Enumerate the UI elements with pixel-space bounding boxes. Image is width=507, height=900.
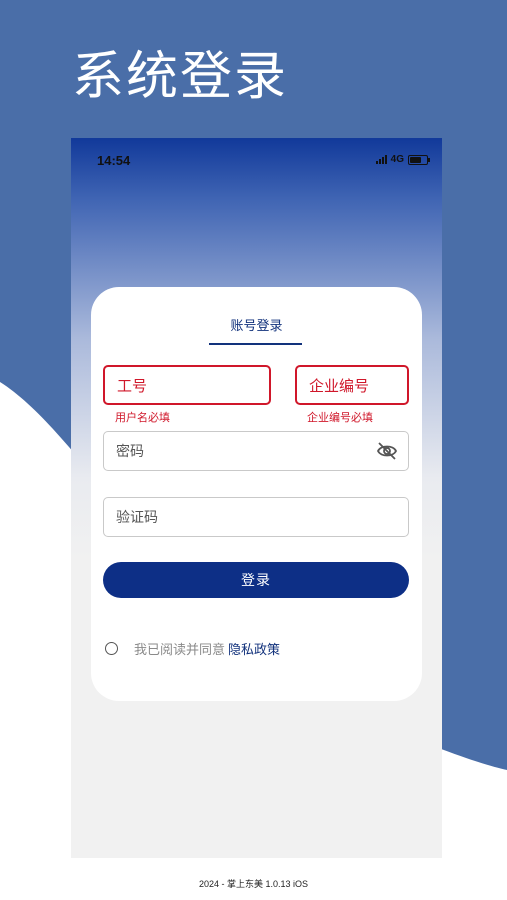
login-button[interactable]: 登录	[103, 562, 409, 598]
agreement-row: 我已阅读并同意 隐私政策	[105, 639, 280, 658]
login-card: 账号登录 工号 用户名必填 企业编号 企业编号必填 密码 验证码 登录 我已阅读…	[91, 287, 422, 701]
company-code-error: 企业编号必填	[307, 411, 373, 424]
status-icons: 4G	[375, 154, 430, 165]
battery-icon	[408, 154, 430, 165]
status-bar: 14:54 4G	[71, 138, 442, 184]
hide-password-icon[interactable]	[376, 441, 398, 465]
phone-screenshot: 14:54 4G 账号登录 工号 用户名必填 企业编号 企业编号必填 密码 验证…	[71, 138, 442, 858]
company-code-placeholder: 企业编号	[309, 376, 370, 395]
tab-underline	[209, 343, 302, 345]
privacy-policy-link[interactable]: 隐私政策	[228, 639, 280, 658]
employee-id-error: 用户名必填	[115, 411, 170, 424]
status-time: 14:54	[97, 153, 131, 168]
company-code-input[interactable]: 企业编号	[295, 365, 409, 405]
signal-icon	[375, 155, 387, 164]
password-input[interactable]: 密码	[103, 431, 409, 471]
agreement-text: 我已阅读并同意	[134, 643, 226, 658]
footer-version: 2024 - 掌上东美 1.0.13 iOS	[198, 879, 309, 889]
page-headline: 系统登录	[72, 47, 289, 107]
password-placeholder: 密码	[116, 444, 144, 460]
tab-account-login[interactable]: 账号登录	[91, 315, 422, 334]
captcha-placeholder: 验证码	[116, 510, 158, 526]
network-label: 4G	[390, 154, 404, 165]
agreement-radio[interactable]	[105, 642, 118, 655]
employee-id-placeholder: 工号	[117, 376, 148, 395]
captcha-input[interactable]: 验证码	[103, 497, 409, 537]
employee-id-input[interactable]: 工号	[103, 365, 271, 405]
